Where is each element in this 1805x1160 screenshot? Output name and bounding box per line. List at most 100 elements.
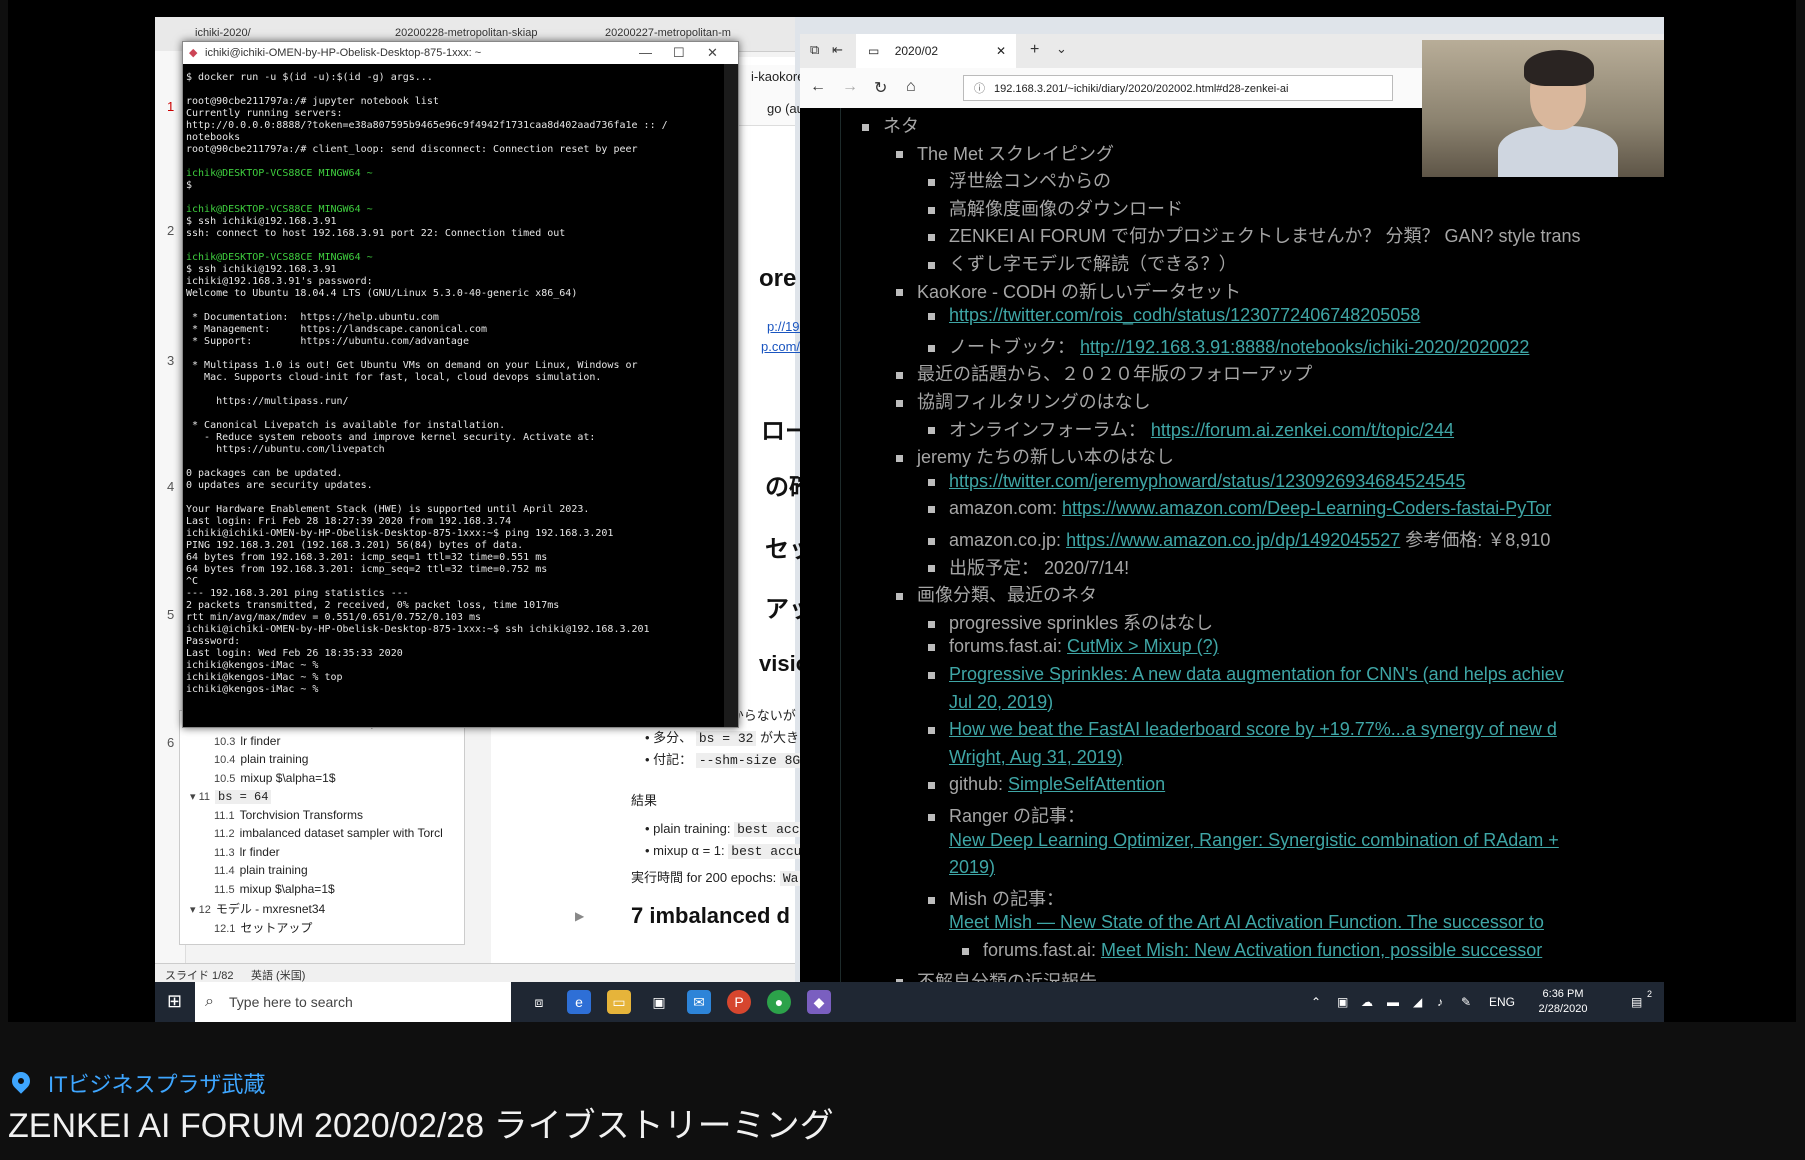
item-link[interactable]: https://www.amazon.co.jp/dp/1492045527: [1066, 530, 1400, 550]
diary-page: ネタ The Met スクレイピング 浮世絵コンペからの 高解像度画像のダウンロード Z…: [800, 108, 1664, 982]
item-link[interactable]: Jul 20, 2019): [949, 692, 1053, 712]
clock-date: 2/28/2020: [1538, 1003, 1588, 1015]
close-icon[interactable]: ✕: [707, 42, 718, 64]
tray-volume-icon[interactable]: ♪: [1437, 982, 1443, 1022]
toc-item[interactable]: 11.3 lr finder: [214, 845, 280, 859]
taskbar-search[interactable]: ⌕ Type here to search: [195, 982, 511, 1022]
item-link[interactable]: 2019): [949, 857, 995, 877]
terminal-titlebar[interactable]: ◆ ichiki@ichiki-OMEN-by-HP-Obelisk-Deskt…: [183, 42, 738, 64]
edge-icon[interactable]: e: [567, 990, 591, 1014]
item-link[interactable]: https://forum.ai.zenkei.com/t/topic/244: [1151, 420, 1454, 440]
note-text: 多分、: [653, 730, 693, 745]
tray-chevron-icon[interactable]: ⌃: [1311, 982, 1321, 1022]
maximize-icon[interactable]: ☐: [673, 42, 685, 64]
diary-list-item: 2019): [949, 857, 995, 878]
toc-item[interactable]: 11.2 imbalanced dataset sampler with Torc…: [214, 826, 443, 840]
item-link[interactable]: New Deep Learning Optimizer, Ranger: Syn…: [949, 830, 1559, 850]
tab-actions-icon[interactable]: ⧉: [810, 42, 819, 58]
item-link[interactable]: Progressive Sprinkles: A new data augmen…: [949, 664, 1564, 684]
toc-item[interactable]: 10.5 mixup $\alpha=1$: [214, 771, 336, 785]
notification-center-icon[interactable]: ▤: [1631, 982, 1642, 1022]
task-view-icon[interactable]: ⧈: [527, 990, 551, 1014]
bullet-icon: [928, 782, 935, 790]
video-location[interactable]: ITビジネスプラザ武蔵: [8, 1067, 266, 1099]
toc-item[interactable]: ▾ 11 bs = 64: [190, 789, 272, 804]
item-link[interactable]: https://twitter.com/rois_codh/status/123…: [949, 305, 1420, 325]
item-link[interactable]: https://www.amazon.com/Deep-Learning-Cod…: [1062, 498, 1551, 518]
taskbar-clock[interactable]: 6:36 PM 2/28/2020: [1523, 987, 1603, 1017]
toc-item[interactable]: 12.1 セットアップ: [214, 919, 312, 936]
back-icon[interactable]: ←: [810, 78, 826, 96]
terminal-line: - Reduce system reboots and improve kern…: [186, 432, 596, 443]
browser-tab[interactable]: ▭ 2020/02 ✕: [856, 34, 1016, 68]
tray-pen-icon[interactable]: ✎: [1461, 982, 1471, 1022]
diary-list-item: Ranger の記事：: [928, 802, 1085, 828]
video-player[interactable]: ichiki-2020/ 20200228-metropolitan-skiap…: [8, 0, 1796, 1022]
refresh-icon[interactable]: ↻: [874, 78, 887, 98]
item-link[interactable]: CutMix > Mixup (?): [1067, 636, 1219, 656]
git-icon[interactable]: ◆: [807, 990, 831, 1014]
tray-battery-icon[interactable]: ▬: [1387, 982, 1399, 1022]
terminal-line: ichiki@ichiki-OMEN-by-HP-Obelisk-Desktop…: [186, 528, 614, 539]
line-number: 5: [167, 607, 175, 622]
bg-tab-1[interactable]: ichiki-2020/: [195, 27, 251, 39]
tab-aside-icon[interactable]: ⇤: [832, 42, 843, 58]
toc-item[interactable]: 10.3 lr finder: [214, 734, 280, 748]
terminal-line: Your Hardware Enablement Stack (HWE) is …: [186, 504, 590, 515]
terminal-line: ichiki@kengos-iMac ~ %: [186, 684, 325, 695]
tray-language[interactable]: ENG: [1489, 982, 1515, 1022]
toc-item[interactable]: 11.5 mixup $\alpha=1$: [214, 882, 335, 896]
language-status: 英語 (米国): [251, 970, 306, 982]
item-text: amazon.co.jp:: [949, 530, 1067, 550]
terminal-window[interactable]: ◆ ichiki@ichiki-OMEN-by-HP-Obelisk-Deskt…: [182, 41, 739, 728]
file-explorer-icon[interactable]: ▭: [607, 990, 631, 1014]
home-icon[interactable]: ⌂: [906, 78, 916, 96]
terminal-line: root@90cbe211797a:/# jupyter notebook li…: [186, 96, 439, 107]
terminal-scrollbar[interactable]: [724, 64, 738, 727]
mail-icon[interactable]: ✉: [687, 990, 711, 1014]
note-code: bs = 32: [695, 731, 757, 746]
item-link[interactable]: How we beat the FastAI leaderboard score…: [949, 719, 1557, 739]
diary-list-item: github: SimpleSelfAttention: [928, 774, 1165, 795]
powerpoint-icon[interactable]: P: [727, 990, 751, 1014]
chevron-down-icon[interactable]: ⌄: [1056, 41, 1067, 57]
info-icon[interactable]: ⓘ: [974, 76, 985, 100]
forward-icon[interactable]: →: [842, 78, 858, 96]
item-text: オンラインフォーラム：: [949, 419, 1151, 440]
line-number: 1: [167, 99, 175, 114]
item-link[interactable]: Meet Mish: New Activation function, poss…: [1101, 940, 1542, 960]
toc-item[interactable]: 11.4 plain training: [214, 863, 308, 877]
address-field[interactable]: ⓘ 192.168.3.201/~ichiki/diary/2020/20200…: [963, 75, 1393, 101]
tab-close-icon[interactable]: ✕: [996, 34, 1006, 68]
terminal-line: 64 bytes from 192.168.3.201: icmp_seq=1 …: [186, 552, 548, 563]
item-link[interactable]: https://twitter.com/jeremyphoward/status…: [949, 471, 1465, 491]
chrome-icon[interactable]: ●: [767, 990, 791, 1014]
item-link[interactable]: SimpleSelfAttention: [1008, 774, 1165, 794]
store-icon[interactable]: ▣: [647, 990, 671, 1014]
tray-onedrive-icon[interactable]: ☁: [1361, 982, 1373, 1022]
notification-count: 2: [1647, 989, 1653, 999]
note-item: • 多分、 bs = 32 が大き: [645, 730, 800, 746]
search-placeholder: Type here to search: [229, 994, 353, 1010]
tray-meet-icon[interactable]: ▣: [1337, 982, 1348, 1022]
minimize-icon[interactable]: —: [639, 42, 652, 64]
toc-item[interactable]: 11.1 Torchvision Transforms: [214, 808, 363, 822]
tray-network-icon[interactable]: ◢: [1413, 982, 1422, 1022]
item-link[interactable]: http://192.168.3.91:8888/notebooks/ichik…: [1080, 337, 1529, 357]
toc-item[interactable]: ▾ 12 モデル - mxresnet34: [190, 900, 325, 917]
line-number: 2: [167, 223, 175, 238]
toc-item[interactable]: 10.4 plain training: [214, 752, 308, 766]
windows-start-icon[interactable]: ⊞: [167, 991, 182, 1012]
diary-list-item: amazon.co.jp: https://www.amazon.co.jp/d…: [928, 526, 1550, 552]
collapse-arrow-icon[interactable]: ▶: [575, 909, 584, 923]
terminal-output[interactable]: $ docker run -u $(id -u):$(id -g) args..…: [186, 72, 721, 722]
new-tab-icon[interactable]: +: [1030, 41, 1039, 59]
item-link[interactable]: Wright, Aug 31, 2019): [949, 747, 1123, 767]
item-link[interactable]: Meet Mish — New State of the Art AI Acti…: [949, 912, 1544, 932]
bg-tab-2[interactable]: 20200228-metropolitan-skiap: [395, 27, 537, 39]
bg-tab-3[interactable]: 20200227-metropolitan-m: [605, 27, 731, 39]
item-text: くずし字モデルで解読（できる？）: [949, 254, 1237, 274]
toc-label: mixup $\alpha=1$: [239, 881, 335, 896]
